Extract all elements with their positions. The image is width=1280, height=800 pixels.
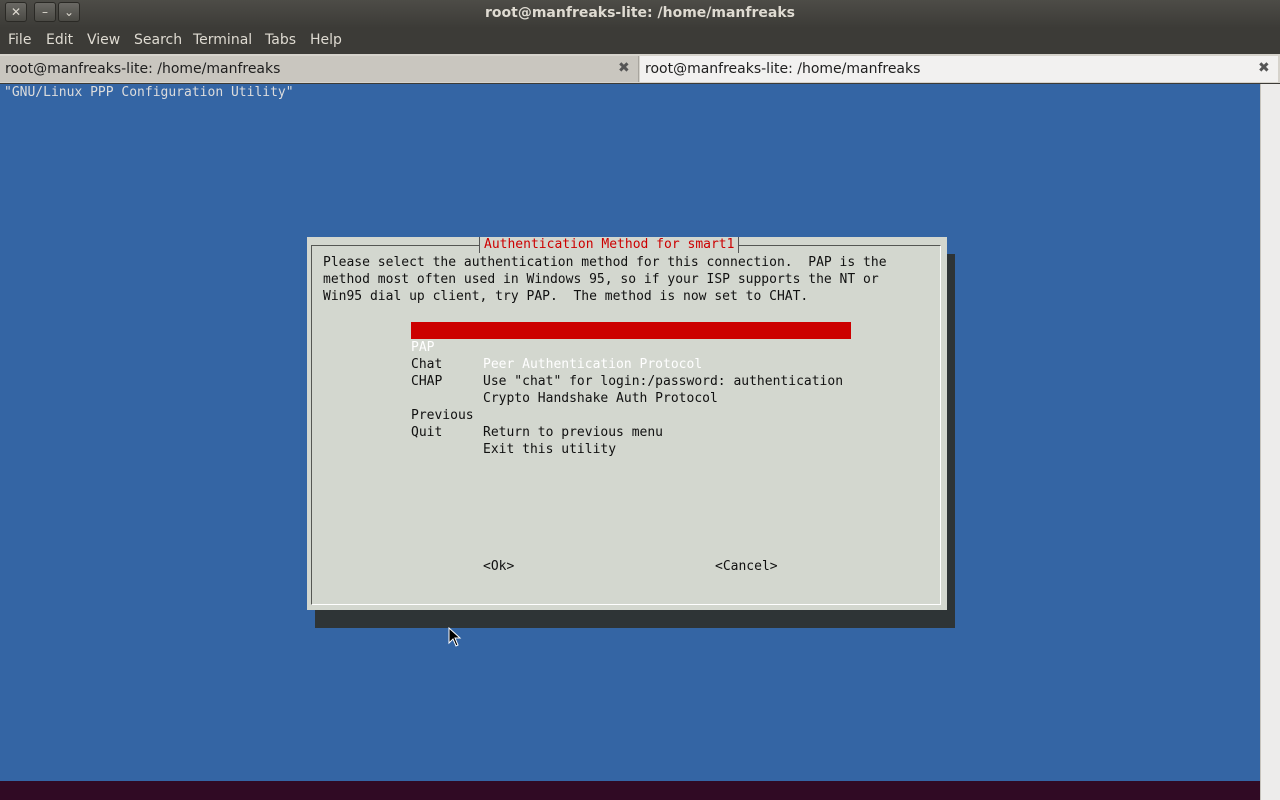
mouse-pointer-icon [448, 627, 462, 647]
menubar: File Edit View Search Terminal Tabs Help [0, 28, 1280, 54]
menu-help[interactable]: Help [310, 32, 342, 48]
tab-label: root@manfreaks-lite: /home/manfreaks [645, 61, 921, 77]
option-description: Exit this utility [483, 442, 617, 457]
menu-tabs[interactable]: Tabs [265, 32, 296, 48]
tab-bar: root@manfreaks-lite: /home/manfreaks ✖ r… [0, 54, 1280, 83]
tab-terminal-1[interactable]: root@manfreaks-lite: /home/manfreaks ✖ [0, 56, 639, 82]
backtitle: "GNU/Linux PPP Configuration Utility" [4, 85, 294, 100]
terminal-bottom-area [0, 781, 1260, 800]
ok-button[interactable]: <Ok> [483, 559, 514, 574]
option-tag: CHAP [411, 374, 443, 389]
auth-method-dialog: Authentication Method for smart1 Please … [307, 237, 947, 610]
tab-close-icon[interactable]: ✖ [1258, 60, 1270, 76]
tab-label: root@manfreaks-lite: /home/manfreaks [5, 61, 281, 77]
menu-option-chap[interactable]: CHAP Crypto Handshake Auth Protocol [411, 356, 851, 406]
dialog-message: Please select the authentication method … [323, 255, 887, 304]
menu-edit[interactable]: Edit [46, 32, 73, 48]
cancel-button[interactable]: <Cancel> [715, 559, 778, 574]
menu-terminal[interactable]: Terminal [193, 32, 252, 48]
option-description: Return to previous menu [483, 425, 664, 440]
window-title: root@manfreaks-lite: /home/manfreaks [485, 5, 795, 21]
menu-view[interactable]: View [87, 32, 120, 48]
dialog-title: Authentication Method for smart1 [479, 237, 740, 253]
menu-option-quit[interactable]: Quit Exit this utility [411, 407, 851, 457]
terminal-scrollbar[interactable] [1260, 84, 1280, 800]
menu-option-chat[interactable]: Chat Use "chat" for login:/password: aut… [411, 339, 851, 389]
tab-close-icon[interactable]: ✖ [618, 60, 630, 76]
tab-terminal-2[interactable]: root@manfreaks-lite: /home/manfreaks ✖ [640, 56, 1278, 82]
window-titlebar: ✕ – ⌄ root@manfreaks-lite: /home/manfrea… [0, 0, 1280, 28]
menu-option-previous[interactable]: Previous Return to previous menu [411, 390, 851, 440]
option-description: Use "chat" for login:/password: authenti… [483, 374, 844, 389]
menu-option-pap[interactable]: PAP Peer Authentication Protocol [411, 322, 851, 372]
menu-search[interactable]: Search [134, 32, 182, 48]
menu-file[interactable]: File [8, 32, 31, 48]
option-tag: Quit [411, 425, 443, 440]
